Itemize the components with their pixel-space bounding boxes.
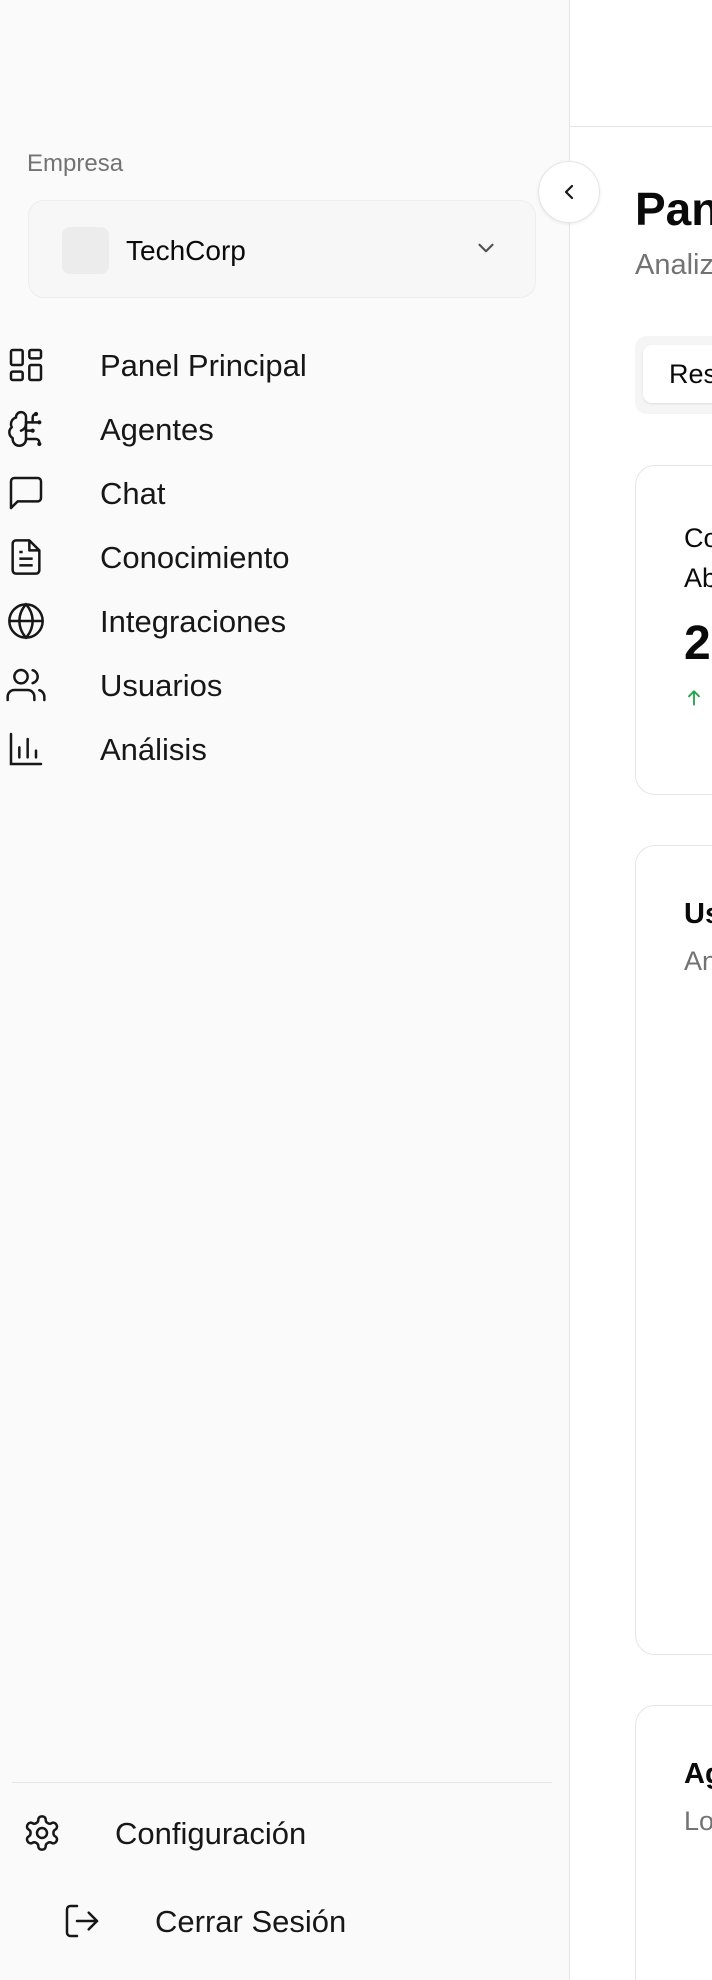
page-title: Pan: [635, 183, 712, 235]
company-label: Empresa: [27, 150, 124, 177]
sidebar-item-label: Conocimiento: [100, 540, 290, 575]
sidebar-divider: [12, 1782, 552, 1783]
stat-value: 2: [684, 617, 711, 670]
stat-card: Co Ab 2: [635, 465, 712, 795]
sidebar-item-label: Panel Principal: [100, 348, 307, 383]
globe-icon: [8, 602, 44, 640]
company-logo: [62, 227, 109, 274]
settings-button[interactable]: Configuración: [20, 1805, 540, 1861]
stat-label-line: Co: [684, 523, 712, 553]
sidebar-item-label: Agentes: [100, 412, 214, 447]
message-square-icon: [9, 476, 43, 510]
sidebar-item-chat[interactable]: Chat: [0, 461, 560, 525]
company-selector[interactable]: TechCorp: [28, 200, 536, 298]
sidebar-item-label: Usuarios: [100, 668, 223, 703]
sidebar: Empresa TechCorp Panel Principal Agentes…: [0, 0, 570, 1980]
page-subtitle: Analiz: [635, 249, 712, 281]
log-out-icon: [65, 1904, 99, 1938]
sidebar-item-panel-principal[interactable]: Panel Principal: [0, 333, 560, 397]
sidebar-item-label: Integraciones: [100, 604, 287, 639]
tab-list: Res: [635, 336, 712, 414]
card-description: Lo: [684, 1806, 712, 1836]
agents-card: Ag Lo: [635, 1705, 712, 1980]
sidebar-item-label: Chat: [100, 476, 166, 511]
sidebar-item-usuarios[interactable]: Usuarios: [0, 653, 560, 717]
card-title: Us: [684, 898, 712, 930]
tab-label: Res: [669, 359, 712, 389]
stat-label: Co Ab: [684, 518, 712, 598]
bar-chart-icon: [9, 732, 43, 766]
company-name: TechCorp: [126, 235, 246, 266]
settings-label: Configuración: [115, 1816, 307, 1851]
chevron-down-icon: [478, 243, 494, 253]
sidebar-nav: Panel Principal Agentes Chat Conocimient…: [0, 333, 560, 781]
users-icon: [6, 668, 46, 702]
logout-label: Cerrar Sesión: [155, 1904, 347, 1939]
sidebar-item-label: Análisis: [100, 732, 207, 767]
main-content: Pan Analiz Res Co Ab 2 Us An Ag Lo: [570, 0, 712, 1980]
logout-button[interactable]: Cerrar Sesión: [60, 1893, 540, 1949]
top-bar: [570, 0, 712, 127]
card-title: Ag: [684, 1758, 712, 1790]
file-text-icon: [11, 539, 41, 575]
tab-resumen[interactable]: Res: [643, 345, 712, 403]
gear-icon: [25, 1815, 59, 1851]
sidebar-item-conocimiento[interactable]: Conocimiento: [0, 525, 560, 589]
sidebar-item-analisis[interactable]: Análisis: [0, 717, 560, 781]
brain-circuit-icon: [8, 410, 42, 447]
stat-label-line: Ab: [684, 563, 712, 593]
sidebar-item-integraciones[interactable]: Integraciones: [0, 589, 560, 653]
layout-grid-icon: [9, 348, 43, 382]
card-description: An: [684, 946, 712, 976]
sidebar-item-agentes[interactable]: Agentes: [0, 397, 560, 461]
arrow-up-icon: [688, 690, 700, 706]
usage-card: Us An: [635, 845, 712, 1655]
